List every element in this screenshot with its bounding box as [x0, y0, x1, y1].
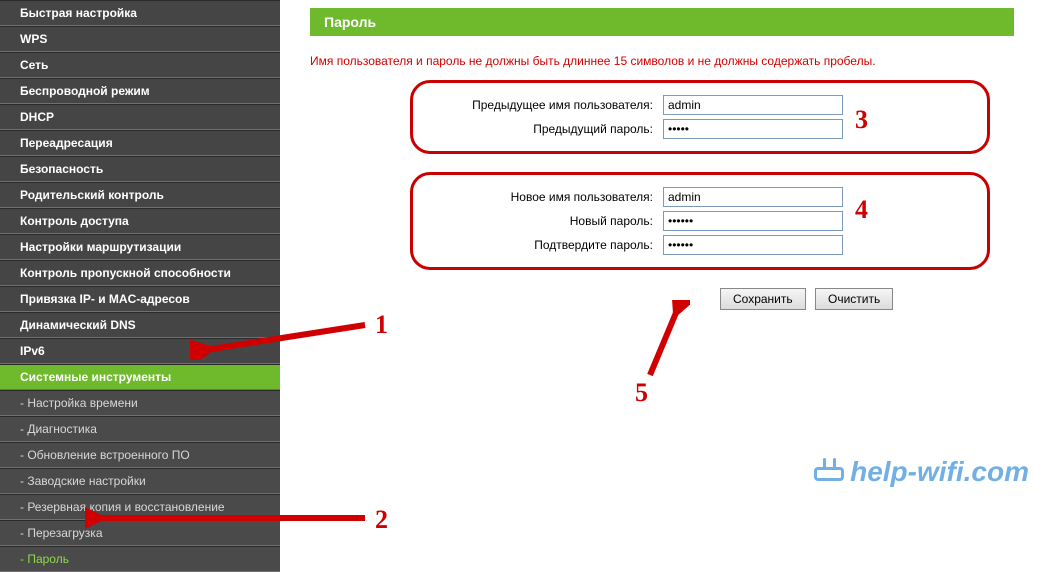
warning-text: Имя пользователя и пароль не должны быть…: [310, 54, 1014, 68]
page-title: Пароль: [310, 8, 1014, 36]
nav-wps[interactable]: WPS: [0, 26, 280, 52]
subnav-diagnostics[interactable]: - Диагностика: [0, 416, 280, 442]
save-button[interactable]: Сохранить: [720, 288, 806, 310]
nav-parental[interactable]: Родительский контроль: [0, 182, 280, 208]
button-row: Сохранить Очистить: [720, 288, 1044, 310]
router-icon: [814, 467, 844, 481]
nav-quick-setup[interactable]: Быстрая настройка: [0, 0, 280, 26]
nav-security[interactable]: Безопасность: [0, 156, 280, 182]
nav-ddns[interactable]: Динамический DNS: [0, 312, 280, 338]
nav-access-control[interactable]: Контроль доступа: [0, 208, 280, 234]
watermark-text: help-wifi.com: [850, 456, 1029, 487]
annotation-4: 4: [855, 195, 868, 225]
subnav-password[interactable]: - Пароль: [0, 546, 280, 572]
nav-bandwidth[interactable]: Контроль пропускной способности: [0, 260, 280, 286]
annotation-2: 2: [375, 505, 388, 535]
new-pass-input[interactable]: [663, 211, 843, 231]
nav-system-tools[interactable]: Системные инструменты: [0, 364, 280, 390]
old-user-input[interactable]: [663, 95, 843, 115]
nav-dhcp[interactable]: DHCP: [0, 104, 280, 130]
new-credentials-group: Новое имя пользователя: Новый пароль: По…: [410, 172, 990, 270]
sidebar: Быстрая настройка WPS Сеть Беспроводной …: [0, 0, 280, 543]
new-user-label: Новое имя пользователя:: [423, 190, 663, 204]
subnav-firmware[interactable]: - Обновление встроенного ПО: [0, 442, 280, 468]
annotation-1: 1: [375, 310, 388, 340]
confirm-pass-label: Подтвердите пароль:: [423, 238, 663, 252]
nav-routing[interactable]: Настройки маршрутизации: [0, 234, 280, 260]
annotation-3: 3: [855, 105, 868, 135]
nav-ip-mac[interactable]: Привязка IP- и MAC-адресов: [0, 286, 280, 312]
nav-ipv6[interactable]: IPv6: [0, 338, 280, 364]
confirm-pass-input[interactable]: [663, 235, 843, 255]
old-credentials-group: Предыдущее имя пользователя: Предыдущий …: [410, 80, 990, 154]
new-pass-label: Новый пароль:: [423, 214, 663, 228]
annotation-5: 5: [635, 378, 648, 408]
old-user-label: Предыдущее имя пользователя:: [423, 98, 663, 112]
clear-button[interactable]: Очистить: [815, 288, 893, 310]
subnav-time[interactable]: - Настройка времени: [0, 390, 280, 416]
subnav-factory[interactable]: - Заводские настройки: [0, 468, 280, 494]
subnav-backup[interactable]: - Резервная копия и восстановление: [0, 494, 280, 520]
old-pass-label: Предыдущий пароль:: [423, 122, 663, 136]
nav-forwarding[interactable]: Переадресация: [0, 130, 280, 156]
new-user-input[interactable]: [663, 187, 843, 207]
nav-network[interactable]: Сеть: [0, 52, 280, 78]
old-pass-input[interactable]: [663, 119, 843, 139]
watermark: help-wifi.com: [814, 456, 1029, 488]
nav-wireless[interactable]: Беспроводной режим: [0, 78, 280, 104]
subnav-reboot[interactable]: - Перезагрузка: [0, 520, 280, 546]
